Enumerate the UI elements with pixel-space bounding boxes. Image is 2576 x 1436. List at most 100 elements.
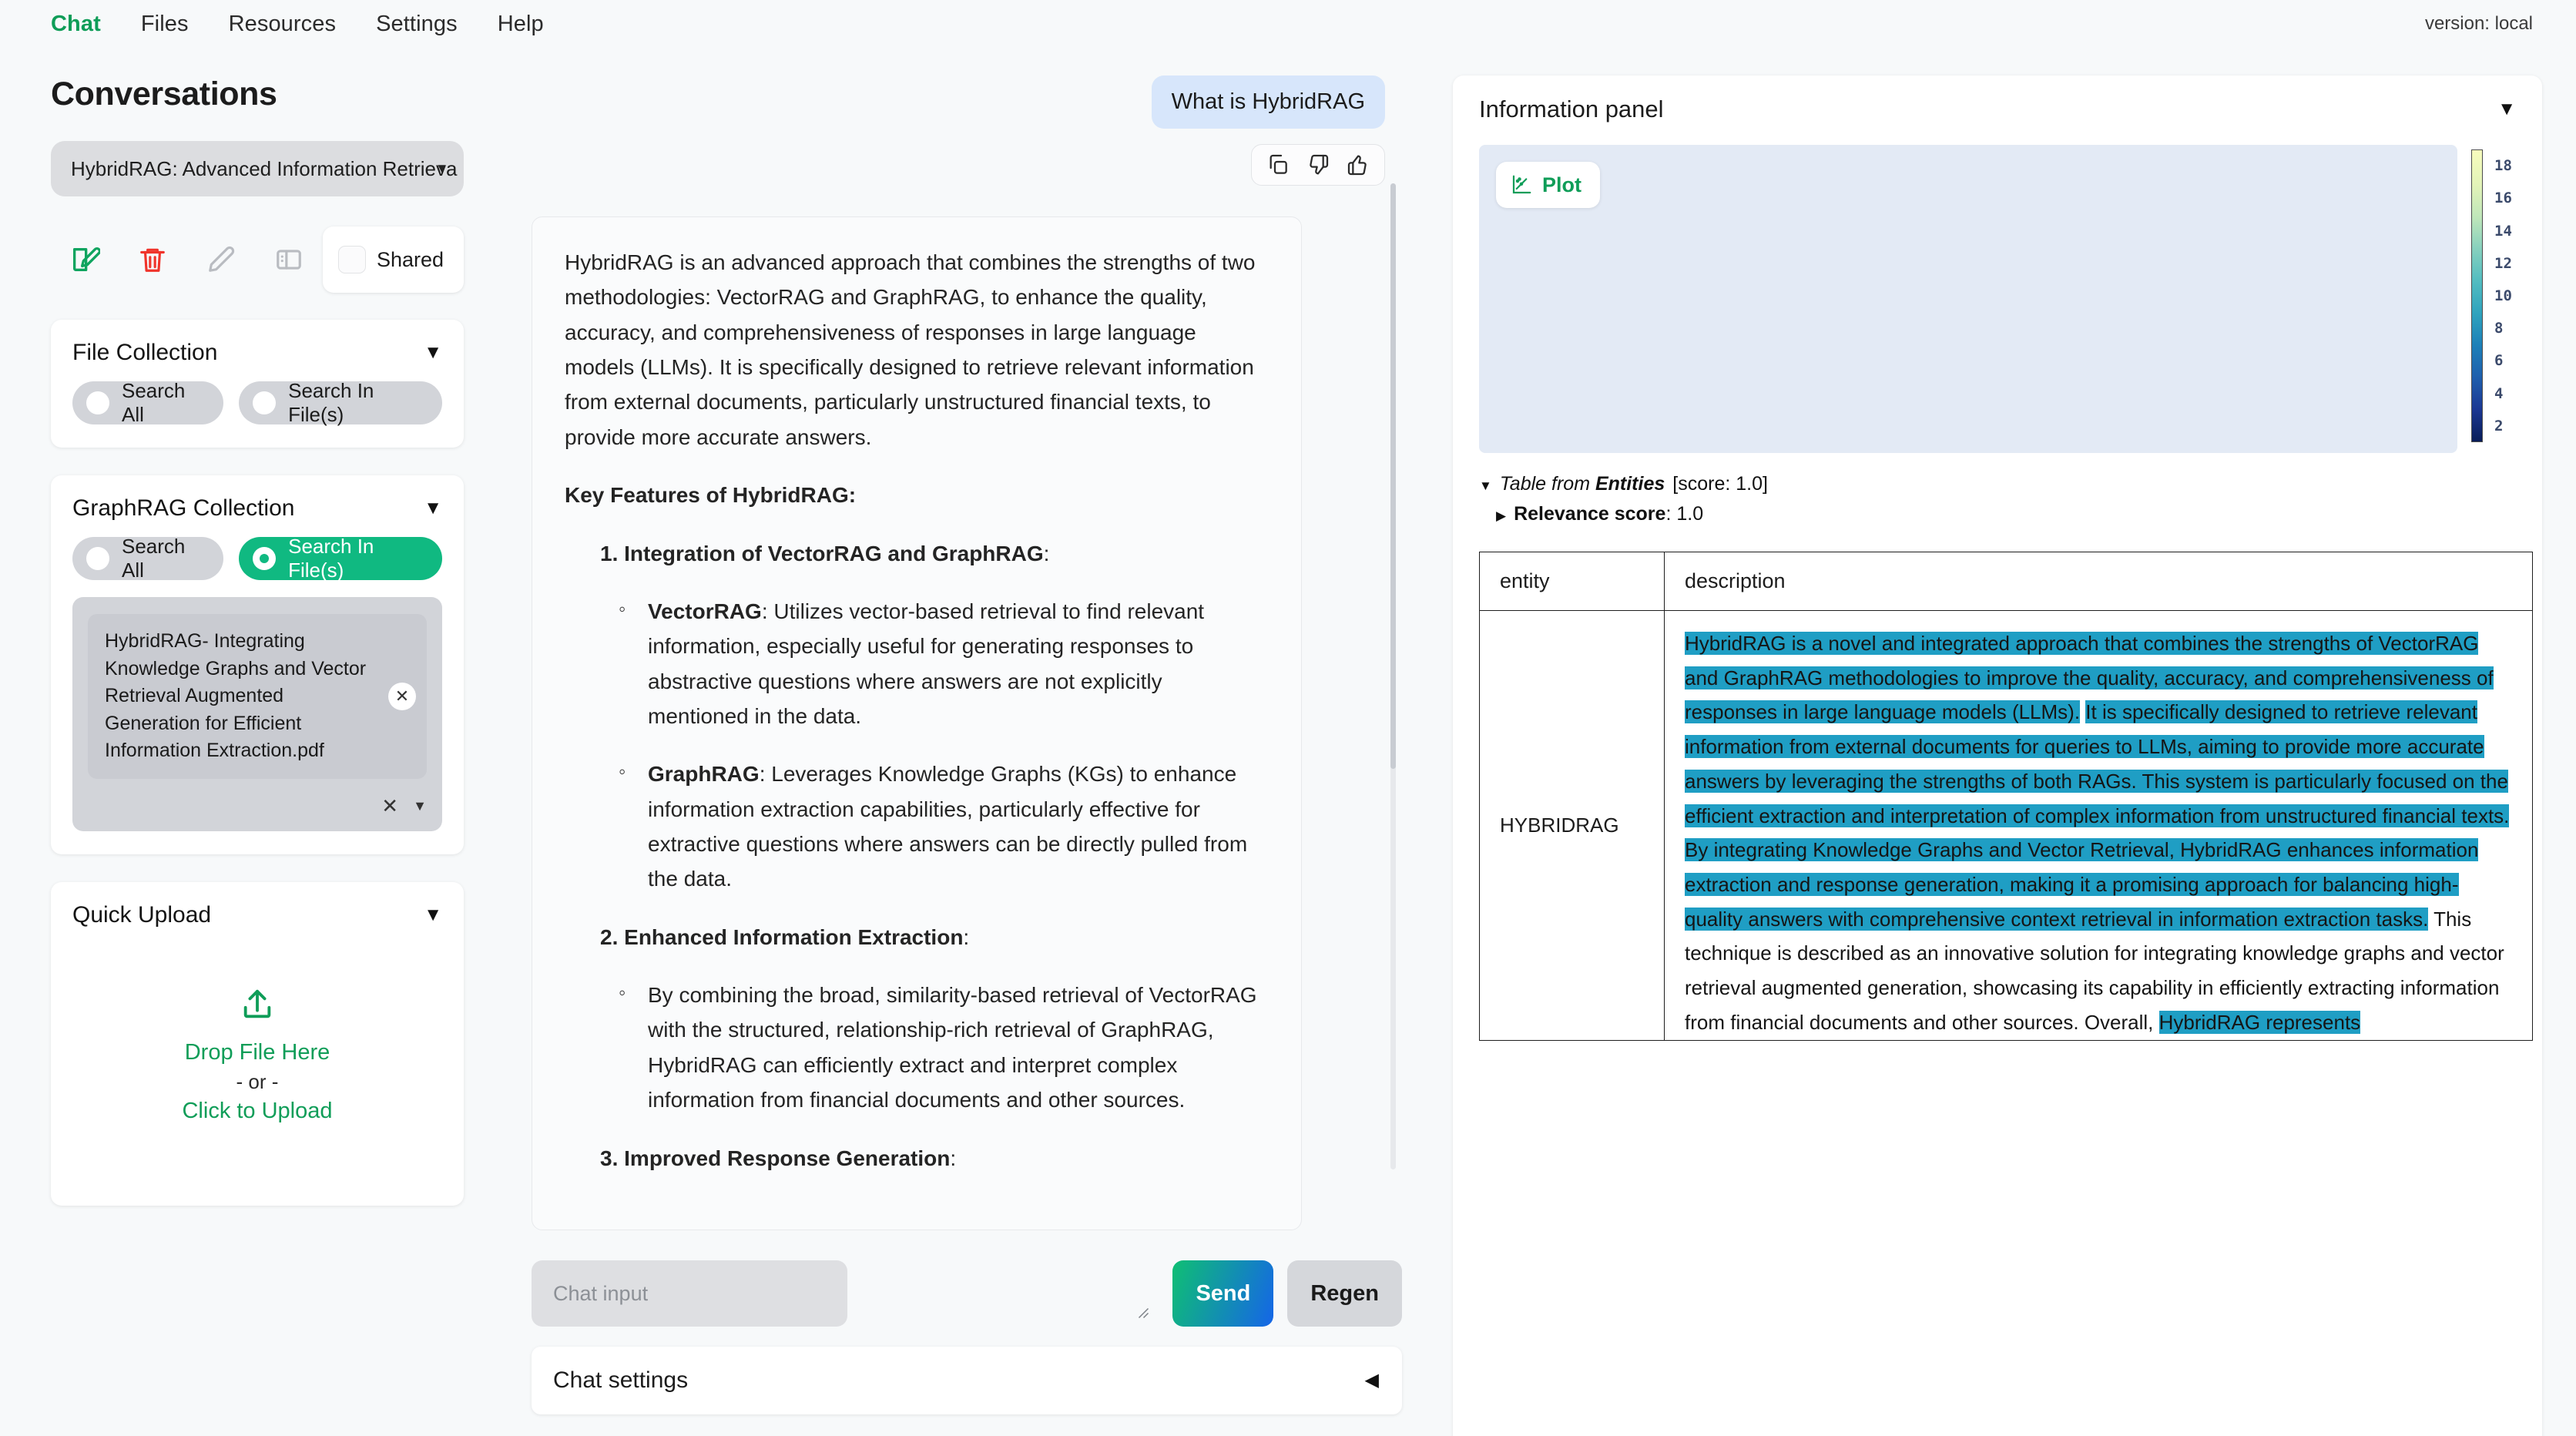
graphrag-collection-card: GraphRAG Collection ▼ Search All Search … xyxy=(51,475,464,854)
copy-icon[interactable] xyxy=(1266,153,1290,177)
chat-scrollbar[interactable] xyxy=(1390,183,1396,1169)
edit-icon[interactable] xyxy=(186,238,254,281)
chat-input[interactable] xyxy=(532,1260,847,1327)
graphrag-search-in-files[interactable]: Search In File(s) xyxy=(239,535,442,582)
plot-button[interactable]: Plot xyxy=(1496,162,1600,208)
option-label: Search All xyxy=(122,535,186,582)
table-source-row[interactable]: ▼ Table from Entities [score: 1.0] xyxy=(1479,473,2516,495)
chat-scroll-area: What is HybridRAG HybridRAG is an advanc… xyxy=(532,75,1402,1246)
file-collection-search-in-files[interactable]: Search In File(s) xyxy=(239,379,442,426)
plot-icon xyxy=(1512,175,1531,194)
radio-dot xyxy=(253,547,277,570)
colorbar-tick: 4 xyxy=(2494,384,2504,402)
file-drop-zone[interactable]: Drop File Here - or - Click to Upload xyxy=(72,928,442,1183)
assistant-list-item-1: 1. Integration of VectorRAG and GraphRAG… xyxy=(600,541,1050,565)
quick-upload-header[interactable]: Quick Upload ▼ xyxy=(72,902,442,928)
quick-upload-title: Quick Upload xyxy=(72,901,212,928)
thumbs-up-icon[interactable] xyxy=(1346,153,1370,177)
chevron-down-icon[interactable]: ▼ xyxy=(435,161,448,176)
main-shell: Conversations HybridRAG: Advanced Inform… xyxy=(0,48,2576,1436)
chat-scrollbar-thumb[interactable] xyxy=(1390,183,1396,769)
graphrag-collection-header[interactable]: GraphRAG Collection ▼ xyxy=(72,495,442,522)
chevron-down-icon[interactable]: ▼ xyxy=(2497,100,2516,119)
cell-entity: HYBRIDRAG xyxy=(1480,611,1665,1040)
information-panel-title: Information panel xyxy=(1479,96,1664,122)
relevance-score-label: Relevance score xyxy=(1514,503,1666,525)
top-navigation-bar: Chat Files Resources Settings Help versi… xyxy=(0,0,2576,48)
clear-all-icon[interactable]: ✕ xyxy=(376,793,404,820)
selected-file-chip[interactable]: HybridRAG- Integrating Knowledge Graphs … xyxy=(88,614,427,779)
graphrag-collection-title: GraphRAG Collection xyxy=(72,495,295,521)
message-actions-group xyxy=(1251,144,1385,186)
plot-area: Plot STEFANO PASQUALIDHAGASH MEHTABHASKA… xyxy=(1479,145,2516,453)
shared-toggle[interactable]: Shared xyxy=(322,226,465,293)
chevron-down-icon[interactable]: ▼ xyxy=(413,798,427,814)
file-collection-card: File Collection ▼ Search All Search In F… xyxy=(51,320,464,448)
chat-input-wrapper xyxy=(532,1260,1159,1327)
column-header-description: description xyxy=(1685,569,1786,592)
send-button[interactable]: Send xyxy=(1172,1260,1274,1327)
selected-files-box: HybridRAG- Integrating Knowledge Graphs … xyxy=(72,597,442,831)
quick-upload-card: Quick Upload ▼ Drop File Here - or - Cli… xyxy=(51,881,464,1206)
assistant-subitem-1-1: VectorRAG: Utilizes vector-based retriev… xyxy=(619,592,1269,733)
message-actions-row xyxy=(532,144,1385,186)
nav-tab-settings[interactable]: Settings xyxy=(376,12,458,37)
nav-tab-chat[interactable]: Chat xyxy=(51,12,101,37)
item-title: Integration of VectorRAG and GraphRAG xyxy=(624,541,1044,565)
remove-file-icon[interactable]: ✕ xyxy=(388,682,416,710)
regen-button[interactable]: Regen xyxy=(1287,1260,1402,1327)
colorbar-tick: 12 xyxy=(2494,254,2512,272)
subitem-text: By combining the broad, similarity-based… xyxy=(648,983,1257,1112)
triangle-right-icon[interactable]: ▶ xyxy=(1496,508,1506,524)
graphrag-search-all[interactable]: Search All xyxy=(72,535,224,582)
table-source-name: Entities xyxy=(1595,473,1665,495)
chevron-left-icon[interactable]: ◀ xyxy=(1365,1371,1379,1390)
colorbar-tick: 18 xyxy=(2494,157,2512,175)
relevance-score-row[interactable]: ▶ Relevance score: 1.0 xyxy=(1479,503,2516,525)
panel-icon[interactable] xyxy=(255,238,323,281)
triangle-down-icon[interactable]: ▼ xyxy=(1479,478,1492,494)
colorbar-tick: 6 xyxy=(2494,352,2504,370)
table-source-label: Table from Entities xyxy=(1499,473,1665,495)
resize-grip-icon[interactable] xyxy=(1135,1305,1149,1319)
selected-file-name: HybridRAG- Integrating Knowledge Graphs … xyxy=(105,630,367,761)
user-message-row: What is HybridRAG xyxy=(532,75,1385,129)
item-number: 3. xyxy=(600,1146,619,1170)
nav-tab-files[interactable]: Files xyxy=(141,12,189,37)
option-label: Search In File(s) xyxy=(288,535,374,582)
item-title: Improved Response Generation xyxy=(624,1146,951,1170)
information-panel: Information panel ▼ Plot STEFANO PASQUAL… xyxy=(1453,75,2542,1436)
drop-file-label: Drop File Here xyxy=(184,1039,330,1065)
table-header-row: entity description xyxy=(1480,552,2532,611)
file-collection-search-all[interactable]: Search All xyxy=(72,379,224,426)
file-collection-title: File Collection xyxy=(72,340,218,365)
new-chat-icon[interactable] xyxy=(51,238,119,281)
chevron-down-icon[interactable]: ▼ xyxy=(424,344,442,362)
nav-tab-help[interactable]: Help xyxy=(498,12,544,37)
graphrag-collection-options: Search All Search In File(s) xyxy=(72,535,442,582)
option-label: Search All xyxy=(122,379,186,426)
left-sidebar: Conversations HybridRAG: Advanced Inform… xyxy=(0,48,498,1436)
conversation-item[interactable]: HybridRAG: Advanced Information Retrieva… xyxy=(51,141,464,196)
knowledge-graph-plot[interactable]: Plot STEFANO PASQUALIDHAGASH MEHTABHASKA… xyxy=(1479,145,2457,453)
information-panel-header[interactable]: Information panel ▼ xyxy=(1479,96,2516,123)
assistant-list-item-3: 3. Improved Response Generation: xyxy=(600,1146,957,1170)
nav-tab-resources[interactable]: Resources xyxy=(229,12,337,37)
chevron-down-icon[interactable]: ▼ xyxy=(424,905,442,924)
click-to-upload-link[interactable]: Click to Upload xyxy=(182,1099,332,1124)
colorbar-tick: 10 xyxy=(2494,287,2512,304)
conversation-toolbar: Shared xyxy=(51,226,465,293)
subitem-term: VectorRAG xyxy=(648,599,762,623)
colorbar-tick: 8 xyxy=(2494,320,2504,337)
delete-icon[interactable] xyxy=(119,238,186,281)
thumbs-down-icon[interactable] xyxy=(1306,153,1330,177)
highlighted-text: HybridRAG represents xyxy=(2158,1010,2361,1034)
table-metadata: ▼ Table from Entities [score: 1.0] ▶ Rel… xyxy=(1479,473,2516,525)
or-separator-label: - or - xyxy=(236,1069,279,1093)
shared-checkbox[interactable] xyxy=(337,246,366,273)
plot-button-label: Plot xyxy=(1542,173,1581,196)
chat-settings-bar[interactable]: Chat settings ◀ xyxy=(532,1347,1402,1414)
chevron-down-icon[interactable]: ▼ xyxy=(424,499,442,518)
file-collection-header[interactable]: File Collection ▼ xyxy=(72,340,442,366)
cell-description: HybridRAG is a novel and integrated appr… xyxy=(1665,611,2532,1040)
